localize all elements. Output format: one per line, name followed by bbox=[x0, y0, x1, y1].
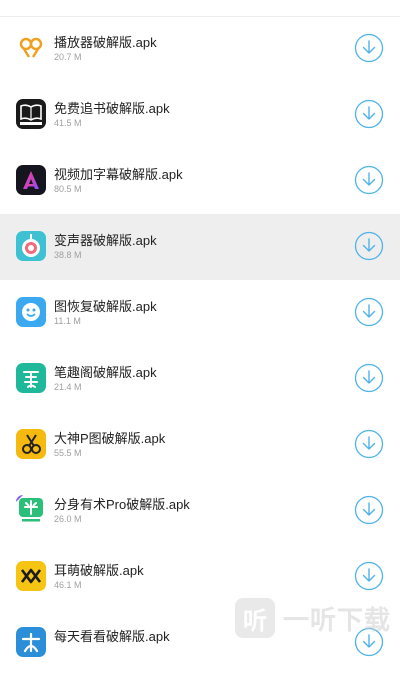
app-size: 21.4 M bbox=[54, 382, 82, 392]
download-icon[interactable] bbox=[354, 99, 384, 129]
top-bar bbox=[0, 0, 400, 17]
watermark-text: 一听下载 bbox=[283, 605, 392, 636]
app-size: 46.1 M bbox=[54, 580, 82, 590]
photo-edit-icon bbox=[16, 429, 46, 459]
daily-watch-icon bbox=[16, 627, 46, 657]
watermark-badge-text: 听 bbox=[243, 606, 267, 635]
ermeng-icon bbox=[16, 561, 46, 591]
app-name: 视频加字幕破解版.apk bbox=[54, 167, 183, 182]
app-size: 26.0 M bbox=[54, 514, 82, 524]
watermark-logo: 听 bbox=[235, 598, 275, 638]
download-icon[interactable] bbox=[354, 561, 384, 591]
download-icon[interactable] bbox=[354, 231, 384, 261]
list-item[interactable]: 大神P图破解版.apk 55.5 M bbox=[0, 412, 400, 478]
list-item-selected[interactable]: 变声器破解版.apk 38.8 M bbox=[0, 214, 400, 280]
app-size: 41.5 M bbox=[54, 118, 82, 128]
list-item[interactable]: 播放器破解版.apk 20.7 M bbox=[0, 16, 400, 82]
app-name: 分身有术Pro破解版.apk bbox=[54, 497, 190, 512]
list-item[interactable]: 图恢复破解版.apk 11.1 M bbox=[0, 280, 400, 346]
app-name: 播放器破解版.apk bbox=[54, 35, 157, 50]
app-name: 变声器破解版.apk bbox=[54, 233, 157, 248]
player-icon bbox=[16, 33, 46, 63]
photo-recovery-icon bbox=[16, 297, 46, 327]
book-icon bbox=[16, 99, 46, 129]
app-name: 耳萌破解版.apk bbox=[54, 563, 144, 578]
watermark: 听 一听下载 bbox=[235, 596, 400, 640]
voice-changer-icon bbox=[16, 231, 46, 261]
app-name: 大神P图破解版.apk bbox=[54, 431, 166, 446]
app-name: 图恢复破解版.apk bbox=[54, 299, 157, 314]
app-download-list: 播放器破解版.apk 20.7 M 免费追书破解版.apk 41.5 M 视频加… bbox=[0, 16, 400, 676]
download-icon[interactable] bbox=[354, 363, 384, 393]
download-icon[interactable] bbox=[354, 33, 384, 63]
app-name: 笔趣阁破解版.apk bbox=[54, 365, 157, 380]
list-item[interactable]: 免费追书破解版.apk 41.5 M bbox=[0, 82, 400, 148]
app-clone-icon bbox=[16, 495, 46, 525]
download-icon[interactable] bbox=[354, 429, 384, 459]
download-icon[interactable] bbox=[354, 495, 384, 525]
app-size: 55.5 M bbox=[54, 448, 82, 458]
video-subtitle-icon bbox=[16, 165, 46, 195]
list-item[interactable]: 笔趣阁破解版.apk 21.4 M bbox=[0, 346, 400, 412]
app-name: 每天看看破解版.apk bbox=[54, 629, 170, 644]
app-size: 38.8 M bbox=[54, 250, 82, 260]
download-icon[interactable] bbox=[354, 165, 384, 195]
list-item[interactable]: 视频加字幕破解版.apk 80.5 M bbox=[0, 148, 400, 214]
app-size: 80.5 M bbox=[54, 184, 82, 194]
app-size: 20.7 M bbox=[54, 52, 82, 62]
app-size: 11.1 M bbox=[54, 316, 81, 326]
app-name: 免费追书破解版.apk bbox=[54, 101, 170, 116]
biquge-icon bbox=[16, 363, 46, 393]
list-item[interactable]: 分身有术Pro破解版.apk 26.0 M bbox=[0, 478, 400, 544]
download-icon[interactable] bbox=[354, 297, 384, 327]
